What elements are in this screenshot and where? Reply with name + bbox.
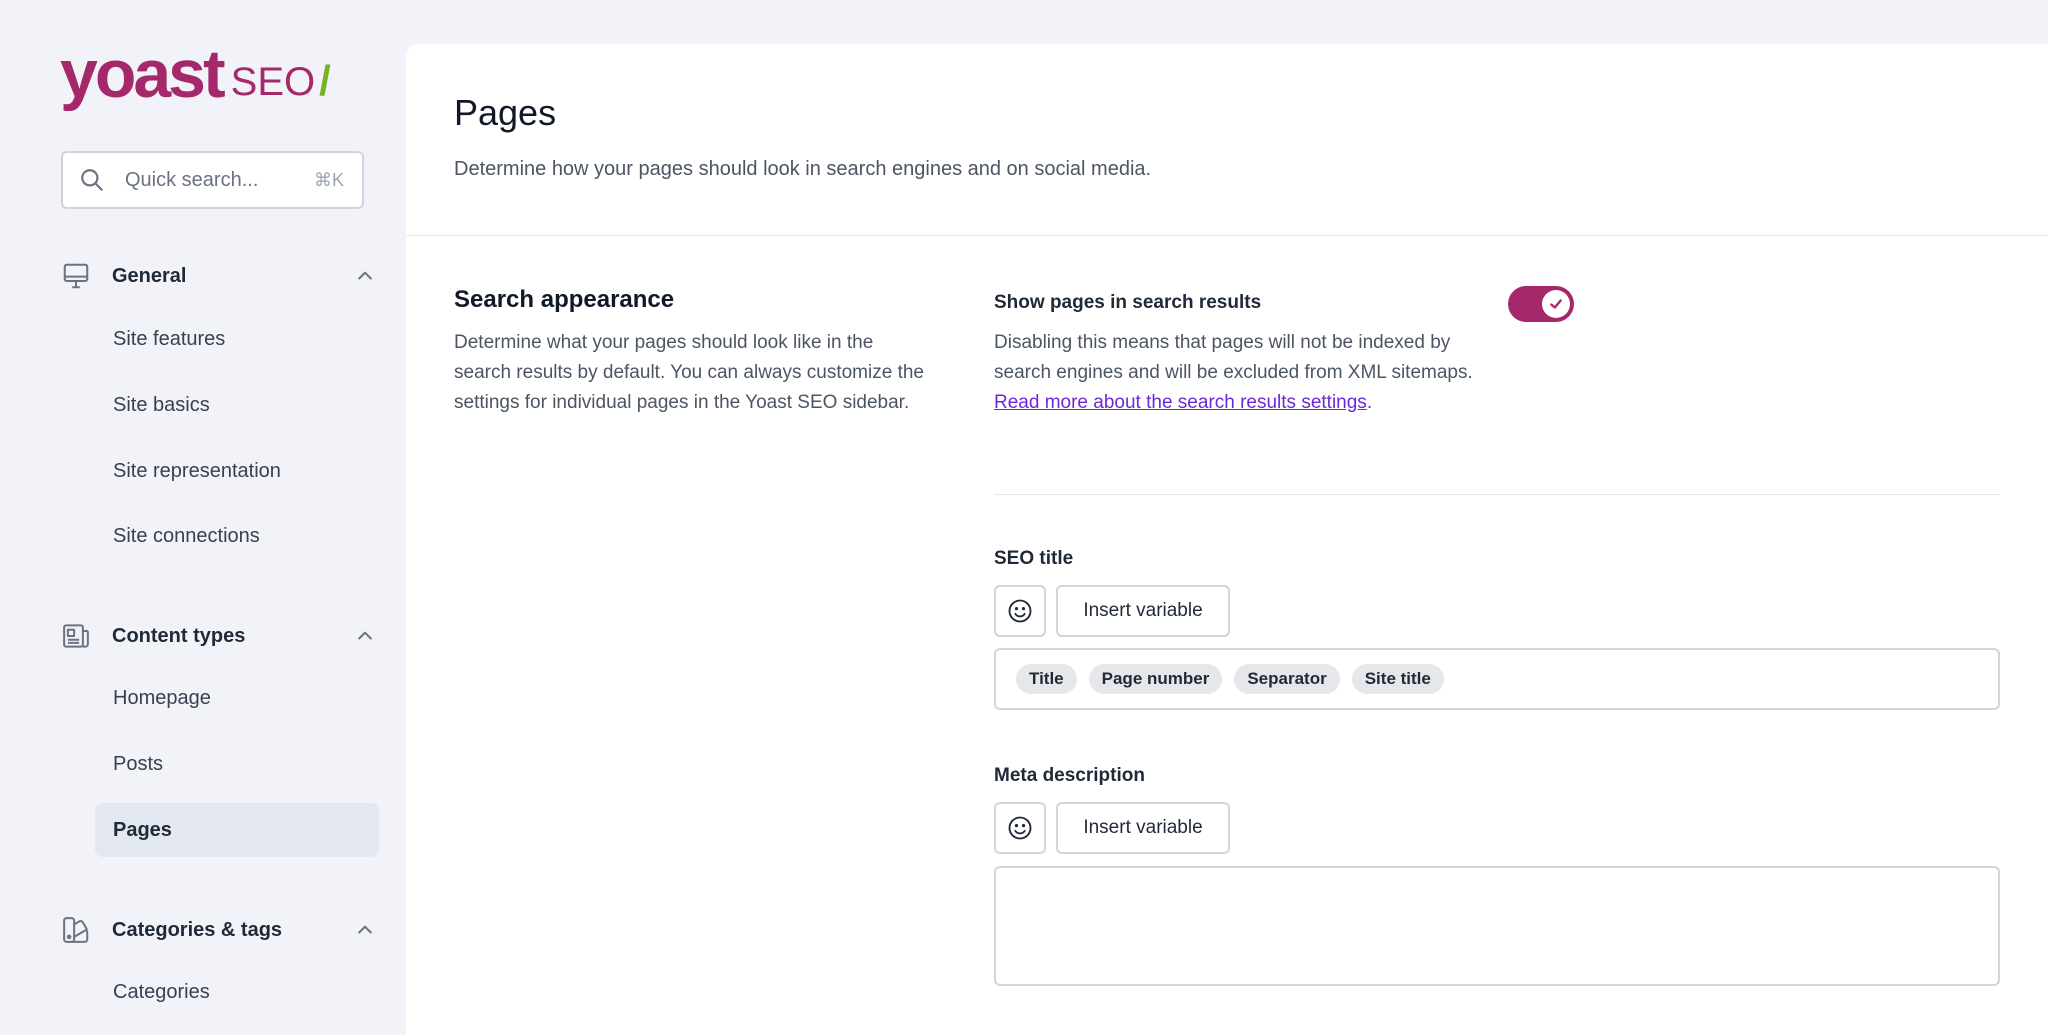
- nav-group-categories-tags: Categories & tags: [60, 910, 380, 950]
- page-description: Determine how your pages should look in …: [454, 158, 1152, 180]
- show-in-search-label: Show pages in search results: [994, 292, 1262, 313]
- smiley-icon: [1008, 599, 1032, 623]
- toggle-knob: [1542, 290, 1570, 318]
- logo-wordmark: yoast: [60, 36, 226, 112]
- chevron-up-icon: [350, 261, 380, 291]
- app-window: yoast SEO / Quick search... ⌘K General S…: [0, 0, 2048, 1035]
- page-title: Pages: [454, 92, 557, 133]
- nav-group-content-types: Content types: [60, 616, 380, 656]
- toggle-description-text: Disabling this means that pages will not…: [994, 332, 1473, 383]
- nav-group-label: Content types: [112, 624, 246, 647]
- newspaper-icon: [60, 620, 92, 652]
- seo-title-input[interactable]: Title Page number Separator Site title: [994, 648, 2000, 710]
- variable-pill-site-title[interactable]: Site title: [1351, 664, 1444, 694]
- show-in-search-toggle[interactable]: [1508, 286, 1574, 322]
- show-in-search-description: Disabling this means that pages will not…: [994, 328, 1474, 418]
- meta-description-input[interactable]: [994, 866, 2000, 986]
- sidebar-item-site-representation[interactable]: Site representation: [95, 444, 379, 498]
- sidebar-item-site-features[interactable]: Site features: [95, 312, 379, 366]
- page-header: Pages Determine how your pages should lo…: [406, 44, 2048, 236]
- sidebar-item-categories[interactable]: Categories: [95, 965, 379, 1019]
- meta-description-insert-variable-button[interactable]: Insert variable: [1056, 802, 1230, 854]
- nav-group-label: Categories & tags: [112, 918, 283, 941]
- seo-title-insert-variable-button[interactable]: Insert variable: [1056, 585, 1230, 637]
- nav-group-toggle-content-types[interactable]: Content types: [60, 616, 380, 656]
- keyboard-shortcut: ⌘K: [313, 169, 344, 190]
- sidebar: yoast SEO / Quick search... ⌘K General S…: [0, 0, 406, 1035]
- quick-search-button[interactable]: Quick search... ⌘K: [61, 151, 364, 209]
- nav-group-toggle-general[interactable]: General: [60, 256, 380, 296]
- seo-title-label: SEO title: [994, 548, 1074, 569]
- smiley-icon: [1008, 816, 1032, 840]
- section-description: Determine what your pages should look li…: [454, 332, 924, 413]
- nav-group-general: General: [60, 256, 380, 296]
- color-swatch-icon: [60, 914, 92, 946]
- desktop-icon: [60, 260, 92, 292]
- sidebar-item-site-connections[interactable]: Site connections: [95, 509, 379, 563]
- search-icon: [77, 165, 107, 195]
- nav-group-toggle-categories-tags[interactable]: Categories & tags: [60, 910, 380, 950]
- sidebar-item-pages[interactable]: Pages: [95, 803, 379, 857]
- variable-pill-title[interactable]: Title: [1016, 664, 1077, 694]
- chevron-up-icon: [350, 915, 380, 945]
- divider: [994, 494, 2000, 495]
- main-panel: Pages Determine how your pages should lo…: [406, 44, 2048, 1035]
- variable-pill-page-number[interactable]: Page number: [1088, 664, 1223, 694]
- seo-title-emoji-button[interactable]: [994, 585, 1046, 637]
- section-title: Search appearance: [454, 286, 675, 313]
- sidebar-item-posts[interactable]: Posts: [95, 737, 379, 791]
- variable-pill-separator[interactable]: Separator: [1234, 664, 1340, 694]
- toggle-description-end: .: [1366, 392, 1373, 413]
- sidebar-item-site-basics[interactable]: Site basics: [95, 378, 379, 432]
- yoast-seo-logo[interactable]: yoast SEO /: [60, 38, 331, 108]
- nav-group-label: General: [112, 264, 187, 287]
- search-placeholder: Quick search...: [125, 168, 259, 191]
- meta-description-emoji-button[interactable]: [994, 802, 1046, 854]
- check-icon: [1550, 299, 1562, 309]
- meta-description-label: Meta description: [994, 765, 1145, 786]
- sidebar-item-homepage[interactable]: Homepage: [95, 671, 379, 725]
- logo-product: SEO: [230, 60, 316, 104]
- chevron-up-icon: [350, 621, 380, 651]
- search-results-settings-link[interactable]: Read more about the search results setti…: [994, 392, 1367, 413]
- logo-slash: /: [319, 57, 331, 104]
